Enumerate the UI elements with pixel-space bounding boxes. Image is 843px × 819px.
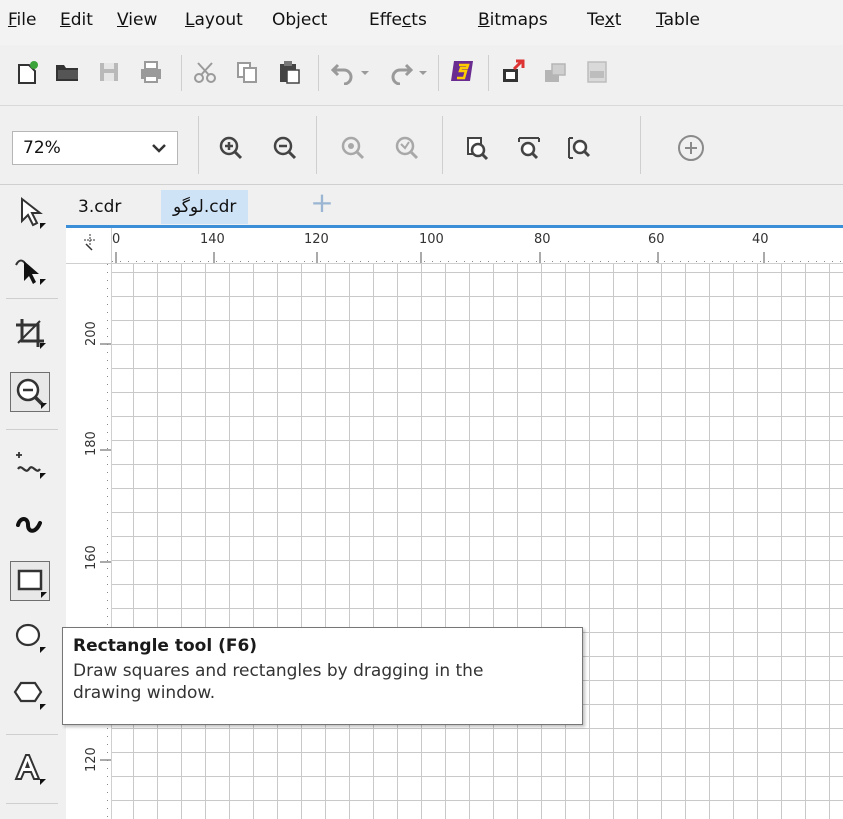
tab-document-1[interactable]: 3.cdr (66, 190, 133, 224)
h-ruler-label: 0 (112, 232, 121, 247)
text-tool-icon[interactable] (10, 749, 50, 789)
menu-text[interactable]: Text (587, 10, 621, 30)
h-ruler-label: 100 (419, 232, 444, 247)
zoom-out-icon[interactable] (272, 135, 298, 161)
add-icon[interactable] (676, 133, 706, 163)
menu-object[interactable]: Object (272, 10, 327, 30)
toolbar-separator (442, 116, 443, 174)
tooltip-line-2: drawing window. (73, 683, 216, 703)
v-ruler-label: 180 (84, 431, 99, 456)
print-icon[interactable] (138, 59, 164, 85)
zoom-level-select[interactable]: 72% (12, 131, 178, 165)
export-icon[interactable] (542, 59, 568, 85)
menu-file[interactable]: File (8, 10, 36, 30)
toolbox-separator (6, 429, 58, 430)
toolbar-separator (438, 55, 439, 91)
rectangle-tool-icon[interactable] (10, 561, 50, 601)
tooltip-body: Draw squares and rectangles by dragging … (73, 660, 572, 704)
menu-bar: File Edit View Layout Object Effects Bit… (0, 0, 843, 45)
toolbar-separator (488, 55, 489, 91)
cut-icon[interactable] (192, 59, 218, 85)
vertical-ruler[interactable]: 200 180 160 120 (66, 264, 112, 819)
zoom-to-page-width-icon[interactable] (516, 135, 542, 161)
import-icon[interactable] (500, 59, 526, 85)
chevron-down-icon (151, 138, 167, 158)
zoom-to-all-objects-icon[interactable] (394, 135, 420, 161)
tooltip: Rectangle tool (F6) Draw squares and rec… (62, 627, 583, 725)
freehand-tool-icon[interactable] (10, 443, 50, 483)
horizontal-ruler[interactable]: 0 140 120 100 80 60 40 (112, 228, 843, 264)
undo-dropdown-icon[interactable] (358, 59, 372, 85)
zoom-in-icon[interactable] (218, 135, 244, 161)
paste-icon[interactable] (276, 59, 302, 85)
save-icon[interactable] (96, 59, 122, 85)
search-content-icon[interactable] (450, 58, 476, 84)
polygon-tool-icon[interactable] (10, 674, 50, 714)
toolbar-separator (181, 55, 182, 91)
new-tab-button[interactable]: + (307, 189, 337, 219)
h-ruler-label: 80 (534, 232, 551, 247)
zoom-to-page-height-icon[interactable] (566, 135, 592, 161)
redo-dropdown-icon[interactable] (416, 59, 430, 85)
v-ruler-label: 160 (84, 545, 99, 570)
artistic-media-tool-icon[interactable] (10, 503, 50, 543)
copy-icon[interactable] (234, 59, 260, 85)
v-ruler-label: 120 (84, 747, 99, 772)
open-folder-icon[interactable] (54, 59, 80, 85)
zoom-to-page-icon[interactable] (464, 135, 490, 161)
toolbar-separator (198, 116, 199, 174)
h-ruler-label: 40 (752, 232, 769, 247)
undo-icon[interactable] (330, 59, 356, 85)
toolbar-separator (318, 55, 319, 91)
tab-document-2[interactable]: لوگو.cdr (161, 190, 249, 224)
pick-tool-icon[interactable] (10, 193, 50, 233)
crop-tool-icon[interactable] (10, 313, 50, 353)
publish-pdf-icon[interactable] (584, 59, 610, 85)
shape-tool-icon[interactable] (10, 249, 50, 289)
h-ruler-label: 140 (200, 232, 225, 247)
drawing-canvas[interactable] (112, 264, 843, 819)
menu-table[interactable]: Table (656, 10, 700, 30)
redo-icon[interactable] (388, 59, 414, 85)
toolbox (0, 185, 67, 819)
toolbar-separator (316, 116, 317, 174)
menu-edit[interactable]: Edit (60, 10, 93, 30)
menu-view[interactable]: View (117, 10, 157, 30)
new-document-icon[interactable] (14, 59, 40, 85)
menu-bitmaps[interactable]: Bitmaps (478, 10, 548, 30)
ruler-origin-corner[interactable] (66, 228, 112, 264)
zoom-to-selected-icon[interactable] (340, 135, 366, 161)
menu-effects[interactable]: Effects (369, 10, 427, 30)
zoom-tool-icon[interactable] (10, 372, 50, 412)
toolbox-separator (6, 298, 58, 299)
toolbar-separator (640, 116, 641, 174)
ellipse-tool-icon[interactable] (10, 617, 50, 657)
standard-toolbar (0, 45, 843, 106)
h-ruler-label: 120 (304, 232, 329, 247)
h-ruler-label: 60 (648, 232, 665, 247)
v-ruler-label: 200 (84, 321, 99, 346)
toolbox-separator (6, 803, 58, 804)
toolbox-separator (6, 734, 58, 735)
tooltip-line-1: Draw squares and rectangles by dragging … (73, 661, 484, 681)
document-tabs: 3.cdr لوگو.cdr + (66, 185, 843, 228)
tooltip-title: Rectangle tool (F6) (73, 636, 258, 656)
zoom-level-value: 72% (23, 138, 61, 158)
menu-layout[interactable]: Layout (185, 10, 243, 30)
